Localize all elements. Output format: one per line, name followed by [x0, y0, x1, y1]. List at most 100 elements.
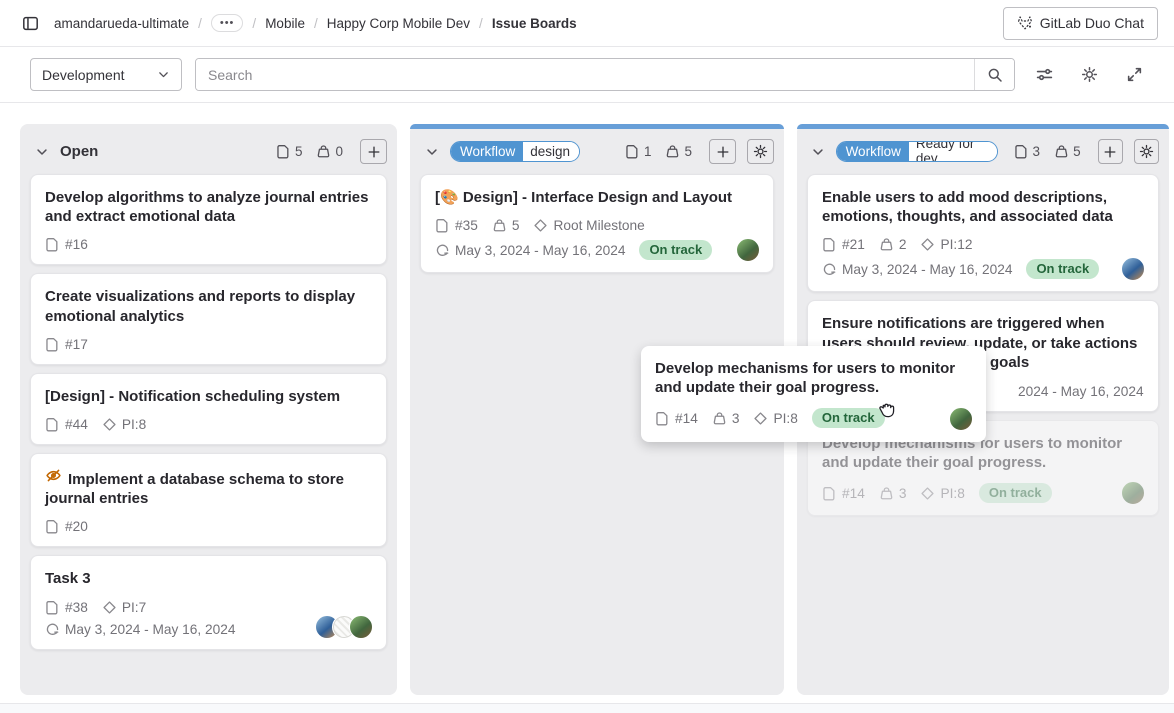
- card-meta-row: #355Root Milestone: [435, 218, 759, 233]
- column-issue-count: 5: [276, 144, 303, 159]
- board-switcher-dropdown[interactable]: Development: [30, 58, 182, 91]
- health-status-badge: On track: [979, 483, 1052, 503]
- card-dates-fragment: 2024 - May 16, 2024: [1018, 384, 1144, 399]
- card-meta-row: #38PI:7: [45, 600, 372, 615]
- issue-reference[interactable]: #35: [435, 218, 478, 233]
- column-header: Open50: [20, 129, 397, 172]
- issue-type-icon: [435, 218, 450, 233]
- breadcrumb-separator: /: [314, 16, 318, 31]
- milestone-icon: [533, 218, 548, 233]
- scoped-label-value: Ready for dev: [909, 142, 997, 161]
- issue-card[interactable]: Create visualizations and reports to dis…: [30, 273, 387, 364]
- column-header: Workflowdesign 15: [410, 129, 784, 172]
- scoped-label-key: Workflow: [451, 142, 523, 161]
- milestone-icon: [920, 237, 935, 252]
- column-collapse-chevron-icon[interactable]: [422, 142, 442, 162]
- issue-count-icon: [625, 144, 640, 159]
- breadcrumb-item[interactable]: Mobile: [265, 16, 305, 31]
- chevron-down-icon: [157, 68, 170, 81]
- issue-reference[interactable]: #38: [45, 600, 88, 615]
- avatar[interactable]: [949, 407, 973, 431]
- column-collapse-chevron-icon[interactable]: [32, 142, 52, 162]
- column-issue-count: 3: [1014, 144, 1041, 159]
- avatar[interactable]: [1121, 481, 1145, 505]
- column-collapse-chevron-icon[interactable]: [809, 142, 828, 162]
- issue-type-icon: [45, 237, 60, 252]
- issue-iteration: May 3, 2024 - May 16, 2024: [45, 622, 235, 637]
- gear-icon[interactable]: [1073, 59, 1105, 91]
- grabbing-hand-cursor-icon: [876, 397, 899, 420]
- iteration-icon: [45, 622, 60, 637]
- issue-card[interactable]: Develop algorithms to analyze journal en…: [30, 174, 387, 265]
- avatar[interactable]: [1121, 257, 1145, 281]
- issue-reference[interactable]: #16: [45, 237, 88, 252]
- card-title: Task 3: [45, 569, 372, 588]
- column-issue-count: 1: [625, 144, 652, 159]
- scoped-label[interactable]: Workflowdesign: [450, 141, 580, 162]
- issue-reference[interactable]: #20: [45, 519, 88, 534]
- search-icon[interactable]: [974, 59, 1014, 90]
- weight-icon: [879, 486, 894, 501]
- gitlab-duo-chat-button[interactable]: GitLab Duo Chat: [1003, 7, 1158, 40]
- issue-type-icon: [822, 237, 837, 252]
- issue-card[interactable]: Implement a database schema to store jou…: [30, 453, 387, 547]
- scoped-label-key: Workflow: [837, 142, 909, 161]
- search-input[interactable]: [196, 59, 974, 90]
- issue-weight: 5: [492, 218, 520, 233]
- issue-card[interactable]: [🎨 Design] - Interface Design and Layout…: [420, 174, 774, 273]
- page-bottom-strip: [0, 703, 1174, 713]
- expand-fullscreen-icon[interactable]: [1118, 59, 1150, 91]
- filter-search-bar: [195, 58, 1015, 91]
- issue-count-icon: [1014, 144, 1029, 159]
- milestone-icon: [102, 417, 117, 432]
- issue-reference[interactable]: #44: [45, 417, 88, 432]
- duo-tanuki-icon: [1017, 15, 1033, 31]
- weight-icon: [879, 237, 894, 252]
- add-issue-button[interactable]: [1098, 139, 1123, 164]
- issue-reference[interactable]: #17: [45, 337, 88, 352]
- weight-count-icon: [665, 144, 680, 159]
- card-meta-row: #16: [45, 237, 372, 252]
- issue-count-icon: [276, 144, 291, 159]
- card-title: Create visualizations and reports to dis…: [45, 287, 372, 325]
- column-settings-gear-icon[interactable]: [1134, 139, 1159, 164]
- issue-reference[interactable]: #14: [822, 486, 865, 501]
- column-weight-count: 5: [665, 144, 692, 159]
- issue-weight: 3: [879, 486, 907, 501]
- health-status-badge: On track: [1026, 259, 1099, 279]
- avatar[interactable]: [349, 615, 373, 639]
- scoped-label[interactable]: WorkflowReady for dev: [836, 141, 998, 162]
- issue-reference[interactable]: #21: [822, 237, 865, 252]
- milestone-icon: [753, 411, 768, 426]
- issue-card[interactable]: [Design] - Notification scheduling syste…: [30, 373, 387, 445]
- breadcrumb-item[interactable]: amandarueda-ultimate: [54, 16, 189, 31]
- breadcrumb-ellipsis-button[interactable]: •••: [211, 14, 244, 32]
- avatar[interactable]: [736, 238, 760, 262]
- issue-weight: 3: [712, 411, 740, 426]
- top-bar: amandarueda-ultimate/•••/Mobile/Happy Co…: [0, 0, 1174, 47]
- board-toolbar: Development: [0, 47, 1174, 103]
- card-title-fragment: goals: [990, 353, 1144, 372]
- card-meta-row: #143PI:8On track: [655, 408, 972, 428]
- breadcrumb-separator: /: [252, 16, 256, 31]
- board-config-sliders-icon[interactable]: [1028, 59, 1060, 91]
- issue-reference[interactable]: #14: [655, 411, 698, 426]
- issue-type-icon: [45, 337, 60, 352]
- breadcrumb-item[interactable]: Issue Boards: [492, 16, 577, 31]
- issue-type-icon: [655, 411, 670, 426]
- issue-card[interactable]: Enable users to add mood descriptions, e…: [807, 174, 1159, 292]
- issue-card[interactable]: Task 3 #38PI:7 May 3, 2024 - May 16, 2024: [30, 555, 387, 649]
- issue-milestone: PI:12: [920, 237, 972, 252]
- column-title: Open: [60, 143, 98, 160]
- sidebar-toggle-icon[interactable]: [16, 9, 44, 37]
- add-issue-button[interactable]: [709, 139, 736, 164]
- add-issue-button[interactable]: [360, 139, 387, 164]
- breadcrumb-item[interactable]: Happy Corp Mobile Dev: [327, 16, 470, 31]
- iteration-icon: [822, 262, 837, 277]
- column-settings-gear-icon[interactable]: [747, 139, 774, 164]
- dragged-issue-card[interactable]: Develop mechanisms for users to monitor …: [641, 346, 986, 442]
- card-title: Develop algorithms to analyze journal en…: [45, 188, 372, 226]
- assignee-avatars: [956, 407, 973, 431]
- assignee-avatars: [1128, 481, 1145, 505]
- health-status-badge: On track: [812, 408, 885, 428]
